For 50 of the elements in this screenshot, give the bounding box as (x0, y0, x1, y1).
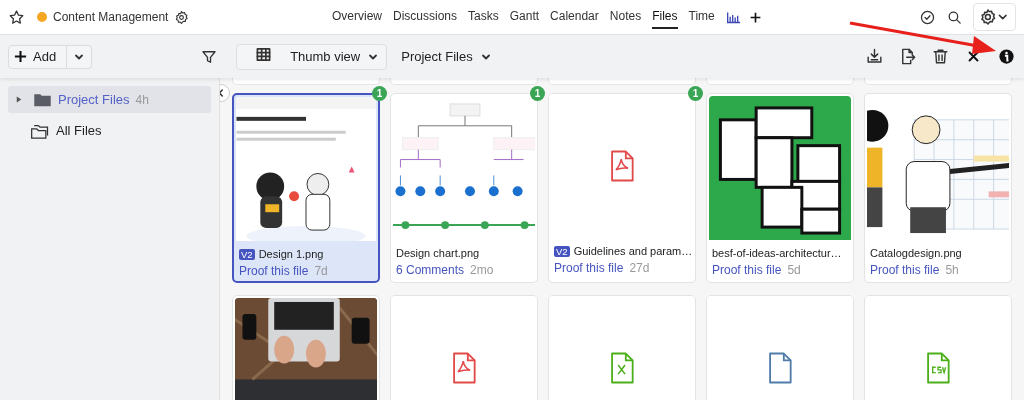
folder-dropdown[interactable]: Project Files (393, 43, 500, 70)
trash-icon[interactable] (931, 47, 950, 66)
add-button[interactable]: Add (8, 44, 68, 69)
count-badge: 1 (372, 86, 387, 101)
file-age: 27d (629, 261, 650, 275)
nav-tab[interactable]: Files (652, 5, 678, 29)
star-icon[interactable] (8, 8, 25, 26)
nav-tab[interactable]: Calendar (550, 5, 599, 29)
download-icon[interactable] (865, 47, 884, 66)
file-age: 2mo (470, 263, 494, 277)
settings-icon[interactable] (174, 9, 190, 25)
file-name: Guidelines and param… (573, 245, 693, 257)
file-card[interactable]: Catalogdesign.png Proof this file 5h (864, 93, 1012, 283)
folder-item[interactable]: Project Files 4h (8, 86, 211, 113)
file-action-link[interactable]: Proof this file (870, 263, 940, 277)
folder-icon (33, 92, 52, 107)
file-name: Design 1.png (258, 248, 324, 260)
file-name: Catalogdesign.png (870, 247, 962, 259)
nav-tab[interactable]: Time (688, 5, 715, 29)
info-icon[interactable] (997, 47, 1016, 66)
file-name: Design chart.png (396, 247, 480, 259)
file-action-link[interactable]: Proof this file (712, 263, 782, 277)
nav-tab[interactable]: Tasks (468, 5, 499, 29)
file-action-link[interactable]: 6 Comments (396, 263, 465, 277)
count-badge: 1 (530, 86, 545, 101)
project-name[interactable]: Content Management (53, 10, 169, 24)
file-card[interactable]: besf-of-ideas-architectur… Proof this file 5d (706, 93, 854, 283)
count-badge: 1 (688, 86, 703, 101)
nav-tab[interactable]: Overview (332, 5, 382, 29)
file-action-link[interactable]: Proof this file (554, 261, 624, 275)
view-dropdown[interactable]: Thumb view (236, 43, 388, 70)
version-badge: V2 (554, 245, 570, 257)
plus-icon (14, 50, 27, 63)
nav-tab[interactable]: Notes (609, 5, 642, 29)
file-age: 7d (314, 264, 328, 278)
nav-tab[interactable]: Discussions (393, 5, 458, 29)
file-age: 5h (945, 263, 959, 277)
expand-arrow-icon[interactable] (16, 95, 22, 104)
plus-icon[interactable] (748, 10, 762, 24)
bar-chart-icon[interactable] (725, 10, 741, 24)
dropdown-button[interactable] (67, 44, 93, 69)
folder-item[interactable]: All Files (8, 117, 211, 144)
file-action-link[interactable]: Proof this file (239, 264, 309, 278)
file-name: besf-of-ideas-architectur… (712, 247, 842, 259)
settings-dropdown-button[interactable] (973, 3, 1016, 31)
file-age: 5d (787, 263, 801, 277)
folders-icon (30, 122, 50, 139)
clock-check-icon[interactable] (919, 8, 936, 26)
nav-tab[interactable]: Gantt (509, 5, 540, 29)
version-badge: V2 (239, 248, 255, 260)
